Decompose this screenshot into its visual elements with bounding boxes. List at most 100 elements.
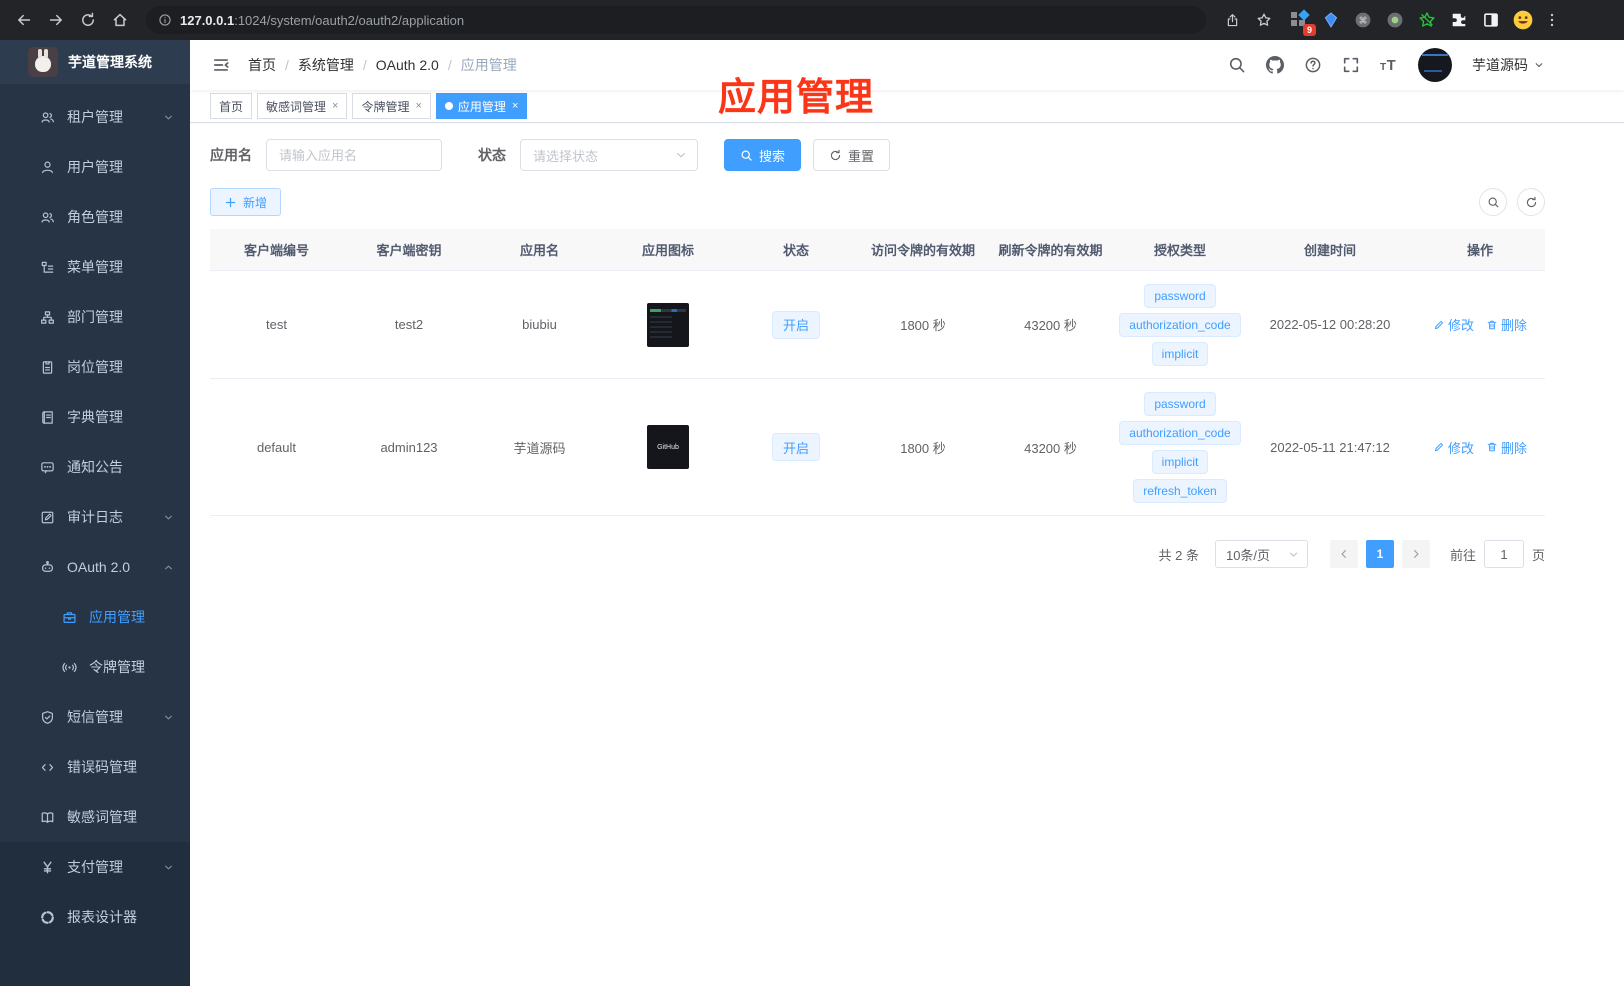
sidebar-item-dept[interactable]: 部门管理 [0,292,190,342]
page-1-button[interactable]: 1 [1365,540,1394,568]
app-icon-text: GitHub [657,443,679,451]
recorder-extension-icon[interactable] [1384,9,1406,31]
sidebar-item-oauth2-application[interactable]: 应用管理 [0,592,190,642]
sidebar-item-post[interactable]: 岗位管理 [0,342,190,392]
bookmark-star-icon[interactable] [1250,6,1278,34]
sidebar-item-sms[interactable]: 短信管理 [0,692,190,742]
sidebar-item-sensitive-word[interactable]: 敏感词管理 [0,792,190,842]
search-button[interactable]: 搜索 [724,139,802,171]
sidebar-item-payment[interactable]: 支付管理 [0,842,190,892]
url-text: 127.0.0.1:1024/system/oauth2/oauth2/appl… [180,12,465,28]
grant-type-tag: authorization_code [1119,312,1241,337]
refresh-table-button[interactable] [1517,188,1545,216]
tab-令牌管理[interactable]: 令牌管理 × [352,93,431,119]
sidebar-item-role[interactable]: 角色管理 [0,192,190,242]
status-badge[interactable]: 开启 [771,310,820,339]
users-icon [40,110,55,125]
delete-link[interactable]: 删除 [1486,438,1527,457]
tab-label: 首页 [219,99,244,114]
user-icon [40,160,55,175]
status-select[interactable]: 请选择状态 [520,139,698,171]
app-logo[interactable]: 芋道管理系统 [0,40,190,84]
tab-首页[interactable]: 首页 [210,93,253,119]
tab-label: 令牌管理 [361,99,410,114]
delete-link[interactable]: 删除 [1486,315,1527,334]
sidebar-item-label: 支付管理 [67,859,123,875]
command-extension-icon[interactable]: ⌘ [1352,9,1374,31]
add-button[interactable]: 新增 [210,188,282,216]
sidebar-item-notice[interactable]: 通知公告 [0,442,190,492]
breadcrumb-item[interactable]: 系统管理 [298,55,354,75]
goto-page-input[interactable] [1483,540,1524,568]
sidebar-item-oauth2-token[interactable]: 令牌管理 [0,642,190,692]
sidebar-item-menu[interactable]: 菜单管理 [0,242,190,292]
tab-close-icon[interactable]: × [332,100,338,112]
chevron-down-icon [163,862,174,873]
column-header: 应用名 [475,229,604,271]
reload-icon[interactable] [74,6,102,34]
sidebar-item-label: 用户管理 [67,159,123,175]
breadcrumb-item[interactable]: 首页 [248,55,276,75]
svg-text:⌘: ⌘ [1359,15,1368,25]
breadcrumb-separator: / [362,57,367,73]
tab-应用管理[interactable]: 应用管理 × [435,93,528,119]
extension-grid-icon[interactable]: 9 [1288,9,1316,36]
tabs-bar: 首页 敏感词管理 × 令牌管理 × 应用管理 × [190,90,1624,123]
briefcase-icon [62,610,77,625]
sidebar-item-label: 审计日志 [67,509,123,525]
user-avatar[interactable] [1418,48,1452,82]
trash-icon [1486,319,1498,331]
tab-close-icon[interactable]: × [512,100,518,112]
tab-敏感词管理[interactable]: 敏感词管理 × [257,93,348,119]
reset-button[interactable]: 重置 [813,139,891,171]
sidebar-item-report-designer[interactable]: 报表设计器 [0,892,190,942]
forward-icon[interactable] [42,6,70,34]
tab-close-icon[interactable]: × [415,100,421,112]
back-icon[interactable] [10,6,38,34]
home-icon[interactable] [106,6,134,34]
sidebar-item-label: 菜单管理 [67,259,123,275]
grant-type-tag: password [1144,283,1216,308]
breadcrumb-item[interactable]: OAuth 2.0 [376,57,439,73]
filter-form: 应用名 状态 请选择状态 搜索 重置 [210,139,1545,171]
app-name-label: 应用名 [210,147,252,163]
github-icon[interactable] [1266,56,1284,74]
column-header: 操作 [1415,229,1545,271]
user-menu[interactable]: 芋道源码 [1472,55,1544,75]
green-star-extension-icon[interactable] [1416,9,1438,31]
chevron-down-icon [1288,549,1299,560]
sidebar-item-tenant[interactable]: 租户管理 [0,92,190,142]
browser-menu-icon[interactable] [1538,6,1566,34]
app-name-input[interactable] [266,139,442,171]
status-badge[interactable]: 开启 [771,433,820,461]
split-view-icon[interactable] [1480,9,1502,31]
show-search-button[interactable] [1479,188,1507,216]
fullscreen-icon[interactable] [1342,56,1360,74]
gem-extension-icon[interactable] [1320,9,1342,31]
prev-page-button[interactable] [1329,540,1358,568]
sidebar-item-dict[interactable]: 字典管理 [0,392,190,442]
collapse-sidebar-icon[interactable] [212,56,230,74]
tab-label: 应用管理 [457,99,506,114]
page-size-select[interactable]: 10条/页 [1214,540,1308,568]
message-icon [40,460,55,475]
site-info-icon[interactable] [158,13,172,27]
grant-type-tags: password authorization_code implicit refres… [1119,389,1241,505]
help-icon[interactable] [1304,56,1322,74]
puzzle-extensions-icon[interactable] [1448,9,1470,31]
address-bar[interactable]: 127.0.0.1:1024/system/oauth2/oauth2/appl… [146,6,1206,34]
sidebar-item-audit-log[interactable]: 审计日志 [0,492,190,542]
chevron-down-icon [163,112,174,123]
next-page-button[interactable] [1401,540,1430,568]
edit-link[interactable]: 修改 [1433,438,1474,457]
edit-link[interactable]: 修改 [1433,315,1474,334]
sidebar-item-error-code[interactable]: 错误码管理 [0,742,190,792]
logo-avatar [28,47,58,77]
search-icon[interactable] [1228,56,1246,74]
share-icon[interactable] [1218,6,1246,34]
sidebar-item-oauth2[interactable]: OAuth 2.0 [0,542,190,592]
profile-emoji-icon[interactable] [1512,9,1534,31]
sidebar-item-user[interactable]: 用户管理 [0,142,190,192]
font-size-icon[interactable]: TT [1380,56,1398,74]
pie-icon [40,910,55,925]
